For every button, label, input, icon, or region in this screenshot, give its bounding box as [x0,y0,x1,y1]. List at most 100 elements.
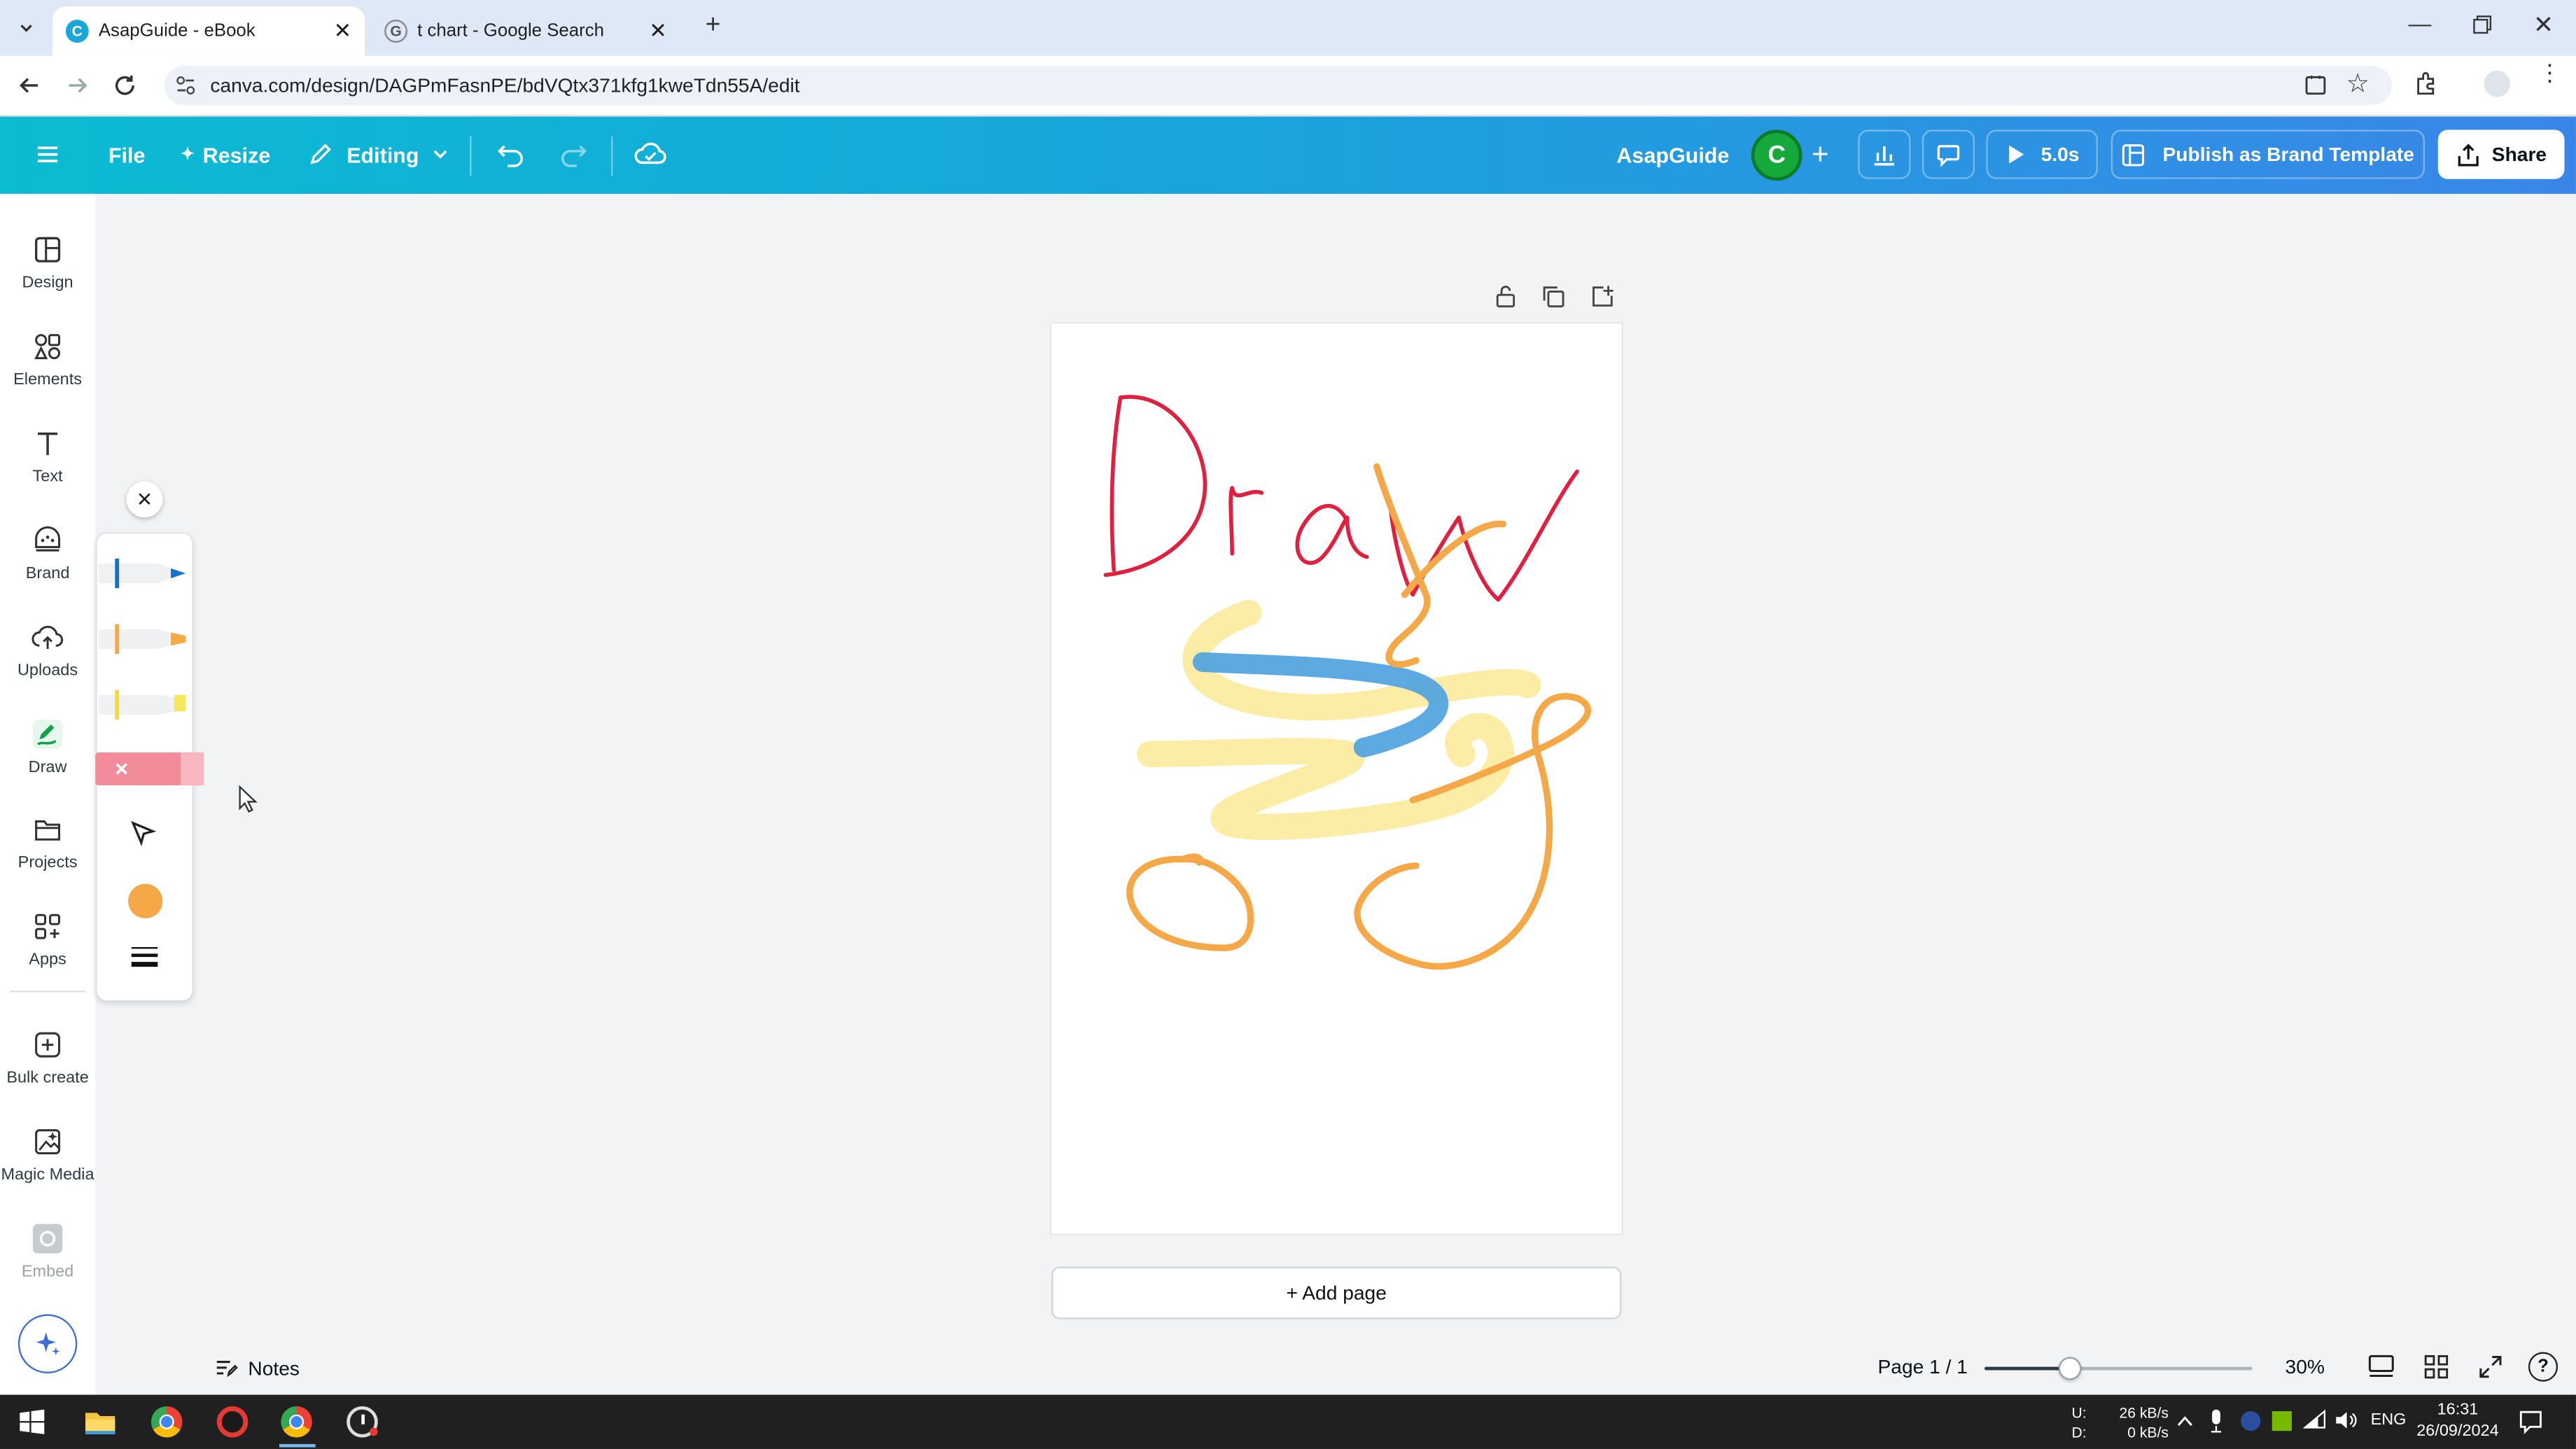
add-page-icon[interactable] [1590,284,1615,309]
url-text: canva.com/design/DAGPmFasnPE/bdVQtx371kf… [210,74,800,97]
clock-app-icon[interactable] [346,1406,378,1438]
forward-icon[interactable] [64,72,91,99]
cloud-save-icon[interactable] [634,139,667,169]
close-tab-icon[interactable]: ✕ [334,18,352,45]
microphone-icon[interactable] [2210,1409,2223,1433]
wifi-icon[interactable] [2303,1409,2326,1429]
volume-icon[interactable] [2334,1410,2358,1432]
chrome-active-icon[interactable] [281,1406,312,1438]
zoom-percent[interactable]: 30% [2286,1355,2325,1378]
magic-assistant-button[interactable] [18,1314,78,1374]
highlighter-tool-icon[interactable] [98,685,190,724]
freehand-drawing[interactable] [1051,323,1621,1233]
design-page[interactable] [1051,323,1622,1234]
chrome-icon[interactable] [150,1406,183,1438]
template-icon [2122,144,2146,166]
extensions-icon[interactable] [2414,71,2440,97]
minimize-button[interactable]: — [2409,10,2435,43]
page-label: Page 1 / 1 [1877,1355,1968,1379]
highlight-stroke[interactable] [1137,713,1514,841]
add-page-button[interactable]: + Add page [1051,1266,1622,1320]
install-app-icon[interactable] [2303,72,2328,97]
resize-button[interactable]: ✦ Resize [181,130,270,178]
page-view-icon[interactable] [2367,1354,2395,1380]
user-avatar[interactable]: C [1751,130,1802,181]
sidebar-item-magic-media[interactable]: Magic Media [0,1114,95,1203]
url-bar[interactable]: canva.com/design/DAGPmFasnPE/bdVQtx371kf… [164,65,2393,106]
restore-button[interactable] [2472,15,2492,34]
sidebar-item-uploads[interactable]: Uploads [0,610,95,699]
orange-marker-stroke[interactable] [1373,463,1507,668]
color-swatch[interactable] [128,883,163,918]
present-button[interactable]: 5.0s [1986,130,2098,179]
site-settings-icon[interactable] [174,74,197,97]
pen-tool-icon[interactable] [98,554,190,593]
browser-tab-bar: C AsapGuide - eBook ✕ G t chart - Google… [0,0,2576,56]
tab-list-button[interactable] [10,11,43,44]
sidebar-item-bulk-create[interactable]: Bulk create [0,1017,95,1106]
tray-chevron-up-icon[interactable] [2177,1415,2193,1428]
bookmark-star-icon[interactable]: ☆ [2346,67,2370,100]
resize-label: Resize [202,142,271,167]
sidebar-item-draw[interactable]: Draw [0,706,95,795]
marker-tool-icon[interactable] [98,620,190,659]
layout-icon [34,237,61,262]
sidebar-item-elements[interactable]: Elements [0,318,95,407]
sidebar-item-design[interactable]: Design [0,222,95,311]
tray-app-icon[interactable] [2241,1410,2261,1432]
zoom-slider[interactable] [1984,1357,2253,1380]
recorder-icon[interactable] [216,1406,248,1438]
notes-button[interactable]: Notes [214,1355,300,1380]
lock-page-icon[interactable] [1493,284,1518,309]
invite-button[interactable]: + [1804,138,1837,171]
bulk-create-icon [35,1032,61,1058]
system-clock[interactable]: 16:31 26/09/2024 [2412,1400,2503,1443]
help-icon[interactable]: ? [2528,1352,2558,1382]
menu-icon[interactable] [34,141,61,168]
editing-mode-dropdown[interactable]: Editing [307,130,449,178]
file-explorer-icon[interactable] [84,1408,117,1436]
new-tab-button[interactable]: + [696,10,729,43]
red-pen-stroke[interactable] [1103,395,1208,578]
undo-icon[interactable] [496,141,526,168]
notifications-icon[interactable] [2519,1410,2543,1434]
notes-icon [216,1361,238,1378]
close-draw-panel-button[interactable]: ✕ [126,481,163,518]
tab-google-search[interactable]: G t chart - Google Search ✕ [371,6,683,55]
close-window-button[interactable]: ✕ [2533,10,2554,39]
divider [470,136,472,176]
fullscreen-icon[interactable] [2477,1354,2504,1380]
browser-menu-icon[interactable]: ⋮ [2538,61,2561,84]
redo-icon[interactable] [559,141,588,168]
page-indicator[interactable]: Page 1 / 1 [1878,1355,1968,1378]
eraser-tool-icon[interactable] [95,749,214,788]
file-menu-button[interactable]: File [108,130,146,178]
sidebar-item-text[interactable]: Text [0,416,95,505]
stroke-weight-icon[interactable] [130,944,159,971]
grid-view-icon[interactable] [2423,1354,2450,1380]
back-icon[interactable] [16,72,43,99]
zoom-slider-thumb[interactable] [2058,1357,2082,1380]
select-arrow-icon[interactable] [128,818,158,848]
orange-marker-stroke[interactable] [1126,853,1254,951]
language-indicator[interactable]: ENG [2371,1411,2407,1429]
sidebar-item-embed[interactable]: Embed [0,1211,95,1300]
sidebar-item-label: Apps [29,951,66,969]
share-button[interactable]: Share [2437,130,2565,179]
reload-icon[interactable] [112,72,139,99]
publish-brand-template-button[interactable]: Publish as Brand Template [2110,130,2426,179]
duplicate-page-icon[interactable] [1541,284,1565,309]
red-pen-stroke[interactable] [1295,504,1369,565]
sidebar-item-brand[interactable]: Brand [0,512,95,601]
close-tab-icon[interactable]: ✕ [649,18,667,45]
sidebar-item-projects[interactable]: Projects [0,802,95,890]
insights-button[interactable] [1858,130,1911,179]
tab-asapguide[interactable]: C AsapGuide - eBook ✕ [52,6,365,56]
red-pen-stroke[interactable] [1228,486,1264,556]
windows-start-icon[interactable] [20,1409,45,1434]
brand-kit-name[interactable]: AsapGuide [1616,130,1729,178]
profile-avatar[interactable] [2484,70,2511,97]
comments-button[interactable] [1921,130,1975,179]
nvidia-icon[interactable] [2272,1410,2292,1432]
sidebar-item-apps[interactable]: Apps [0,899,95,988]
